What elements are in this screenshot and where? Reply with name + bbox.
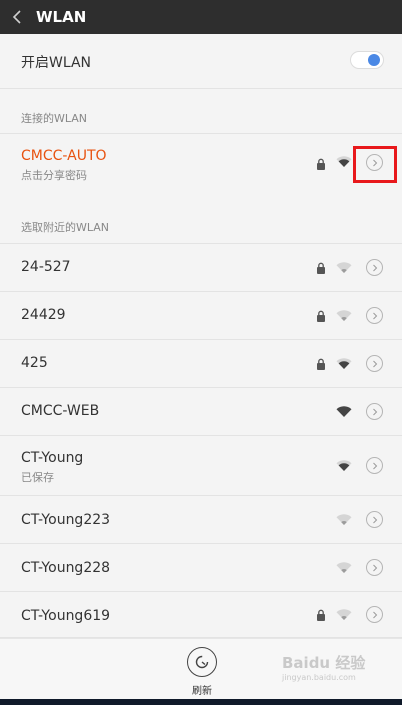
lock-icon	[317, 358, 325, 370]
highlight-box	[353, 146, 397, 183]
chevron-right-circle-icon	[372, 516, 377, 523]
network-detail-button[interactable]	[366, 307, 383, 324]
network-status: 已保存	[21, 471, 54, 484]
wlan-toggle-label: 开启WLAN	[21, 55, 92, 71]
toggle-knob	[368, 54, 380, 66]
network-ssid: CT-Young223	[21, 512, 111, 528]
wifi-icon	[336, 609, 352, 620]
connected-network-row[interactable]: CMCC-AUTO 点击分享密码	[0, 134, 402, 192]
divider	[0, 88, 402, 89]
chevron-right-circle-icon	[372, 360, 377, 367]
chevron-right-circle-icon	[372, 312, 377, 319]
top-bar: WLAN	[0, 0, 402, 34]
network-ssid: CT-Young	[21, 450, 84, 466]
section-connected: 连接的WLAN	[21, 112, 88, 125]
refresh-icon	[195, 655, 209, 669]
watermark-text: Baidu 经验	[282, 654, 366, 672]
network-row[interactable]: CT-Young619	[0, 592, 402, 638]
network-ssid: CT-Young619	[21, 608, 111, 624]
wifi-icon	[336, 460, 352, 471]
network-detail-button[interactable]	[366, 457, 383, 474]
lock-icon	[317, 609, 325, 621]
network-detail-button[interactable]	[366, 606, 383, 623]
network-ssid: CMCC-WEB	[21, 403, 100, 419]
wlan-toggle-switch[interactable]	[350, 51, 384, 69]
network-row[interactable]: 24-527	[0, 244, 402, 292]
network-row[interactable]: CT-Young223	[0, 496, 402, 544]
lock-icon	[317, 158, 325, 170]
watermark-url: jingyan.baidu.com	[282, 673, 356, 682]
network-detail-button[interactable]	[366, 511, 383, 528]
network-detail-button[interactable]	[366, 403, 383, 420]
refresh-button[interactable]	[187, 647, 217, 677]
network-ssid: 24429	[21, 307, 66, 323]
network-status: 点击分享密码	[21, 169, 87, 182]
network-ssid: 425	[21, 355, 48, 371]
wifi-icon	[336, 310, 352, 321]
wifi-icon	[336, 406, 352, 417]
wifi-icon	[336, 262, 352, 273]
refresh-label: 刷新	[192, 686, 212, 697]
network-row[interactable]: CMCC-WEB	[0, 388, 402, 436]
wifi-icon	[336, 562, 352, 573]
chevron-right-circle-icon	[372, 462, 377, 469]
lock-icon	[317, 262, 325, 274]
watermark-logo: Baidu 经验 jingyan.baidu.com	[282, 652, 400, 692]
wifi-icon	[336, 358, 352, 369]
network-detail-button[interactable]	[366, 355, 383, 372]
back-button[interactable]	[0, 0, 34, 34]
network-ssid: 24-527	[21, 259, 71, 275]
wlan-toggle-row[interactable]: 开启WLAN	[0, 34, 402, 88]
network-row[interactable]: 24429	[0, 292, 402, 340]
chevron-right-circle-icon	[372, 611, 377, 618]
network-row[interactable]: 425	[0, 340, 402, 388]
page-title: WLAN	[36, 8, 87, 26]
wifi-icon	[336, 514, 352, 525]
chevron-left-icon	[12, 10, 21, 24]
chevron-right-circle-icon	[372, 408, 377, 415]
lock-icon	[317, 310, 325, 322]
network-row[interactable]: CT-Young 已保存	[0, 436, 402, 496]
chevron-right-circle-icon	[372, 564, 377, 571]
network-detail-button[interactable]	[366, 259, 383, 276]
network-row[interactable]: CT-Young228	[0, 544, 402, 592]
system-nav-bar	[0, 699, 402, 705]
network-ssid: CT-Young228	[21, 560, 111, 576]
section-nearby: 选取附近的WLAN	[21, 221, 110, 234]
network-detail-button[interactable]	[366, 559, 383, 576]
wifi-icon	[336, 156, 352, 167]
chevron-right-circle-icon	[372, 264, 377, 271]
network-ssid: CMCC-AUTO	[21, 148, 107, 164]
